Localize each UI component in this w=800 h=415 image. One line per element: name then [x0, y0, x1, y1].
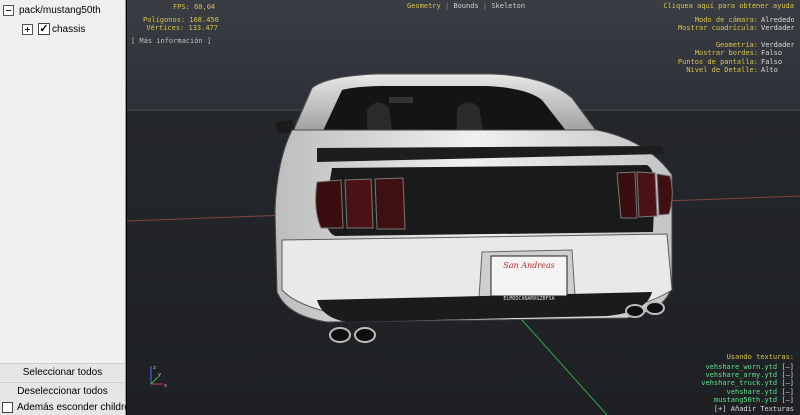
- tree-node-root[interactable]: pack/mustang50th: [3, 3, 101, 17]
- view-settings: Modo de cámara: Alrededor Mostrar cuadrí…: [662, 16, 794, 74]
- tab-bounds[interactable]: Bounds: [453, 2, 478, 10]
- tree-node-root-label[interactable]: pack/mustang50th: [19, 5, 101, 16]
- texture-item: vehshare_worn.ytd [–]: [701, 363, 794, 371]
- setting-show-edges[interactable]: Mostrar bordes: Falso: [662, 49, 794, 57]
- texture-item: vehshare_truck.ytd [–]: [701, 379, 794, 387]
- select-all-button[interactable]: Seleccionar todos: [0, 363, 125, 381]
- texture-name: mustang50th.ytd: [713, 396, 778, 405]
- vertex-count: Vértices: 133.477: [146, 24, 218, 33]
- textures-title: Usando texturas:: [726, 353, 794, 362]
- remove-texture-button[interactable]: [–]: [781, 396, 794, 404]
- tab-skeleton[interactable]: Skeleton: [491, 2, 525, 10]
- more-info-link[interactable]: [ Más información ]: [131, 37, 211, 45]
- plate-brand: San Andreas: [503, 261, 554, 270]
- setting-geometry[interactable]: Geometría: Verdadero: [662, 41, 794, 49]
- setting-value[interactable]: Verdadero: [758, 41, 794, 49]
- texture-name: vehshare_army.ytd: [705, 370, 778, 379]
- model-tree-panel: pack/mustang50th ✓ chassis Seleccionar t…: [0, 0, 135, 415]
- setting-label: Nivel de Detalle:: [686, 66, 758, 75]
- help-link[interactable]: Cliquea aquí para obtener ayuda: [663, 2, 794, 10]
- remove-texture-button[interactable]: [–]: [781, 379, 794, 387]
- textures-list: Usando texturas: vehshare_worn.ytd [–] v…: [701, 353, 794, 413]
- axis-gizmo: z x y: [150, 365, 167, 389]
- texture-item: vehshare.ytd [–]: [701, 388, 794, 396]
- 3d-viewport[interactable]: San Andreas ELMODCANAMXGZBFSA Geometry |…: [127, 0, 800, 415]
- texture-name: vehshare.ytd: [726, 387, 778, 396]
- texture-name: vehshare_truck.ytd: [701, 379, 778, 388]
- setting-value[interactable]: Falso: [758, 49, 794, 57]
- tab-separator: |: [444, 2, 450, 10]
- remove-texture-button[interactable]: [–]: [781, 363, 794, 371]
- setting-value[interactable]: Alto: [758, 66, 794, 74]
- texture-item: vehshare_army.ytd [–]: [701, 371, 794, 379]
- polygon-count: Polígonos: 168.450: [143, 16, 219, 24]
- plate-caption: ELMODCANAMXGZBFSA: [503, 296, 554, 302]
- view-mode-tabs: Geometry | Bounds | Skeleton: [407, 2, 525, 10]
- hide-children-label: Además esconder children: [17, 402, 136, 413]
- axis-label-y: y: [158, 372, 161, 378]
- setting-label: Modo de cámara:: [694, 16, 758, 24]
- setting-lod[interactable]: Nivel de Detalle: Alto: [662, 66, 794, 74]
- setting-label: Mostrar cuadrícula:: [677, 24, 758, 33]
- setting-label: Puntos de pantalla:: [677, 57, 758, 66]
- setting-screen-points[interactable]: Puntos de pantalla: Falso: [662, 58, 794, 66]
- tree-node-chassis[interactable]: ✓ chassis: [22, 22, 85, 36]
- hide-children-checkbox[interactable]: [2, 402, 13, 413]
- collapse-icon[interactable]: [3, 4, 14, 16]
- axis-label-x: x: [164, 383, 167, 389]
- tab-separator: |: [482, 2, 488, 10]
- remove-texture-button[interactable]: [–]: [781, 388, 794, 396]
- remove-texture-button[interactable]: [–]: [781, 371, 794, 379]
- setting-show-grid[interactable]: Mostrar cuadrícula: Verdadero: [662, 24, 794, 32]
- expand-icon[interactable]: [22, 23, 33, 35]
- tree-node-chassis-label[interactable]: chassis: [52, 24, 85, 35]
- grid-axis-z: [521, 319, 608, 415]
- setting-label: Mostrar bordes:: [694, 49, 758, 58]
- mesh-stats: Polígonos: 168.450 Vértices: 133.477: [143, 16, 219, 33]
- setting-value[interactable]: Alrededor: [758, 16, 794, 24]
- texture-item: mustang50th.ytd [–]: [701, 396, 794, 404]
- chassis-checkbox[interactable]: ✓: [38, 23, 50, 35]
- deselect-all-button[interactable]: Deseleccionar todos: [0, 382, 125, 400]
- fps-counter: FPS: 60,04: [173, 3, 216, 11]
- setting-value[interactable]: Verdadero: [758, 24, 794, 32]
- hide-children-option[interactable]: Además esconder children: [0, 400, 135, 415]
- car-model: San Andreas ELMODCANAMXGZBFSA: [274, 73, 673, 343]
- axis-label-z: z: [153, 365, 156, 371]
- add-textures-button[interactable]: [+] Añadir Texturas: [701, 405, 794, 413]
- setting-value[interactable]: Falso: [758, 58, 794, 66]
- setting-camera-mode[interactable]: Modo de cámara: Alrededor: [662, 16, 794, 24]
- tab-geometry[interactable]: Geometry: [407, 2, 441, 10]
- texture-name: vehshare_worn.ytd: [705, 362, 778, 371]
- setting-label: Geometría:: [715, 40, 758, 49]
